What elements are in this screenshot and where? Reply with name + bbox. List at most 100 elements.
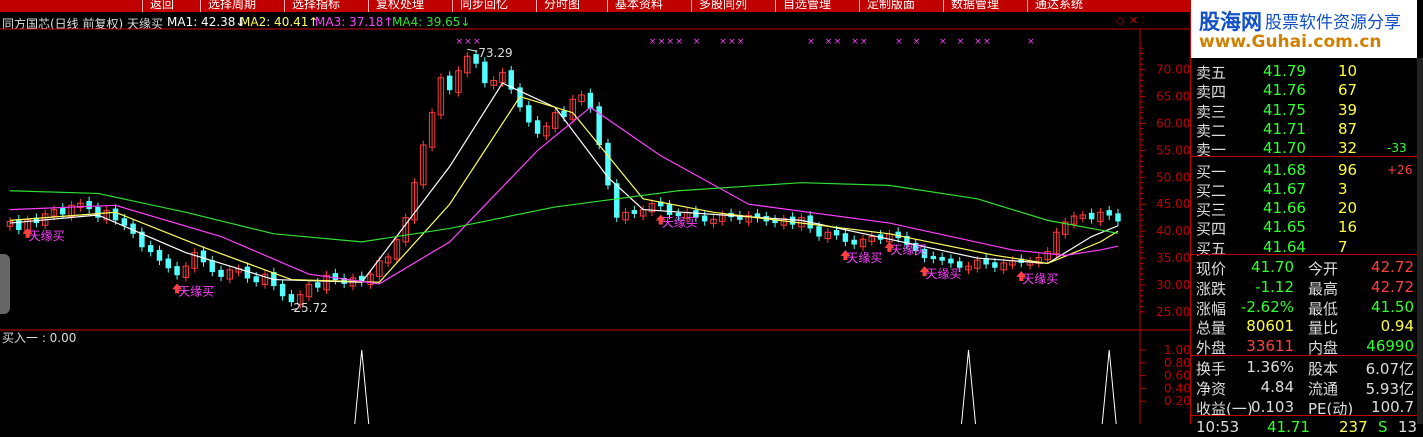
top-marker: ×: [851, 37, 859, 47]
tick-time: 10:53: [1196, 418, 1240, 437]
order-change: -33: [1387, 141, 1407, 156]
top-marker: ×: [455, 37, 463, 47]
candle-body-down: [200, 250, 207, 263]
ma-line-ma3: [9, 106, 1119, 285]
stat-value: -2.62%: [1240, 297, 1294, 316]
sell-level-4[interactable]: 卖二 41.71 87: [1191, 119, 1417, 140]
menu-item-7[interactable]: 多股同列: [699, 0, 747, 12]
top-marker: ×: [913, 37, 921, 47]
candle-body-down: [842, 233, 849, 242]
top-marker: ×: [957, 37, 965, 47]
stats-row: 涨跌 -1.12 最高 42.72: [1191, 277, 1417, 298]
menu-item-11[interactable]: 通达系统: [1035, 0, 1083, 12]
order-volume: 67: [1338, 81, 1358, 100]
y-tick-label: 70.00: [1156, 63, 1190, 77]
candle-body-down: [992, 262, 998, 268]
top-marker: ×: [667, 37, 675, 47]
buy-signal-spike: [354, 349, 370, 424]
menu-separator: [284, 0, 285, 12]
candle-body-down: [1106, 210, 1112, 216]
tick-side: S: [1378, 418, 1388, 437]
top-marker: ×: [658, 37, 666, 47]
buy-level-4[interactable]: 买四 41.65 16: [1191, 217, 1417, 238]
buy-signal-label: 天缘买: [926, 267, 962, 281]
menu-item-10[interactable]: 数据管理: [951, 0, 999, 12]
buy-level-2[interactable]: 买二 41.67 3: [1191, 179, 1417, 200]
buy-signal-label: 天缘买: [890, 243, 926, 257]
top-marker: ×: [939, 37, 947, 47]
buy-level-3[interactable]: 买三 41.66 20: [1191, 198, 1417, 219]
y-tick-label: 45.00: [1156, 197, 1190, 211]
finance-row: 换手 1.36% 股本 6.07亿: [1191, 357, 1417, 378]
left-collapse-handle[interactable]: [0, 254, 10, 314]
y-tick-label: 60.00: [1156, 116, 1190, 130]
kline-chart[interactable]: 70.00 65.00 60.00 55.00 50.00 45.00 40.00 35.00…: [0, 12, 1190, 424]
candle-body-down: [833, 230, 840, 236]
menu-separator: [691, 0, 692, 12]
menu-item-1[interactable]: 选择周期: [208, 0, 256, 12]
candle-body-down: [156, 249, 163, 261]
y-tick-label: 65.00: [1156, 90, 1190, 104]
top-marker: ×: [464, 37, 472, 47]
candle-body-down: [526, 105, 532, 123]
menu-bar: 返回 选择周期 选择指标 复权处理 同步回忆 分时图 基本资料 多股同列 自选管理 定制版面 数据管…: [0, 0, 1190, 12]
candle-body-down: [534, 120, 541, 134]
menu-item-5[interactable]: 分时图: [544, 0, 580, 12]
panel-divider: [1191, 415, 1417, 417]
panel-divider: [1191, 155, 1417, 157]
menu-item-0[interactable]: 返回: [150, 0, 174, 12]
top-marker: ×: [983, 37, 991, 47]
candle-body-down: [587, 92, 594, 109]
top-marker: ×: [895, 37, 903, 47]
low-label: 25.72: [293, 301, 327, 315]
candle-body-down: [112, 208, 119, 221]
sell-level-3[interactable]: 卖三 41.75 39: [1191, 100, 1417, 121]
order-volume: 32: [1338, 139, 1358, 158]
menu-item-2[interactable]: 选择指标: [292, 0, 340, 12]
buy-signal-label: 天缘买: [662, 215, 698, 229]
buy-signal-label: 天缘买: [29, 229, 65, 243]
menu-item-6[interactable]: 基本资料: [615, 0, 663, 12]
top-marker: ×: [728, 37, 736, 47]
stat-value: 33611: [1246, 337, 1294, 356]
buy-signal-spike: [1101, 349, 1117, 424]
sell-level-2[interactable]: 卖四 41.76 67: [1191, 80, 1417, 101]
order-volume: 7: [1338, 237, 1348, 256]
menu-item-3[interactable]: 复权处理: [376, 0, 424, 12]
candle-body-down: [332, 273, 339, 281]
order-price: 41.75: [1263, 100, 1306, 119]
candle-body-down: [631, 210, 638, 214]
order-label: 买五: [1196, 239, 1227, 258]
candle-body-down: [851, 239, 857, 245]
sell-level-1[interactable]: 卖五 41.79 10: [1191, 61, 1417, 82]
buy-level-1[interactable]: 买一 41.68 96 +26: [1191, 160, 1417, 181]
candle-body-down: [165, 258, 172, 269]
top-marker: ×: [693, 37, 701, 47]
logo-url: www.Guhai.com.cn: [1199, 32, 1382, 52]
menu-item-4[interactable]: 同步回忆: [460, 0, 508, 12]
candle-body-down: [86, 200, 92, 210]
finance-row: 收益(一) 0.103 PE(动) 100.7: [1191, 397, 1417, 418]
candle-body-down: [147, 245, 154, 253]
candle-body-down: [948, 258, 954, 264]
menu-separator: [943, 0, 944, 12]
top-marker: ×: [1027, 37, 1035, 47]
menu-separator: [368, 0, 369, 12]
order-volume: 16: [1338, 218, 1358, 237]
stats-row: 涨幅 -2.62% 最低 41.50: [1191, 297, 1417, 318]
stat-value: 42.72: [1371, 277, 1414, 296]
candle-body-down: [1115, 213, 1121, 222]
panel-scrollbar[interactable]: [1417, 58, 1423, 424]
menu-item-9[interactable]: 定制版面: [867, 0, 915, 12]
menu-item-8[interactable]: 自选管理: [783, 0, 831, 12]
order-price: 41.65: [1263, 218, 1306, 237]
candle-body-down: [666, 204, 673, 215]
order-volume: 39: [1338, 100, 1358, 119]
candle-body-down: [279, 283, 286, 297]
stat-value: 100.7: [1371, 397, 1414, 416]
ma-line-ma4: [9, 182, 1119, 243]
y-tick-label: 30.00: [1156, 278, 1190, 292]
candle-body-down: [121, 218, 128, 226]
candle-body-down: [60, 207, 66, 215]
top-marker: ×: [675, 37, 683, 47]
